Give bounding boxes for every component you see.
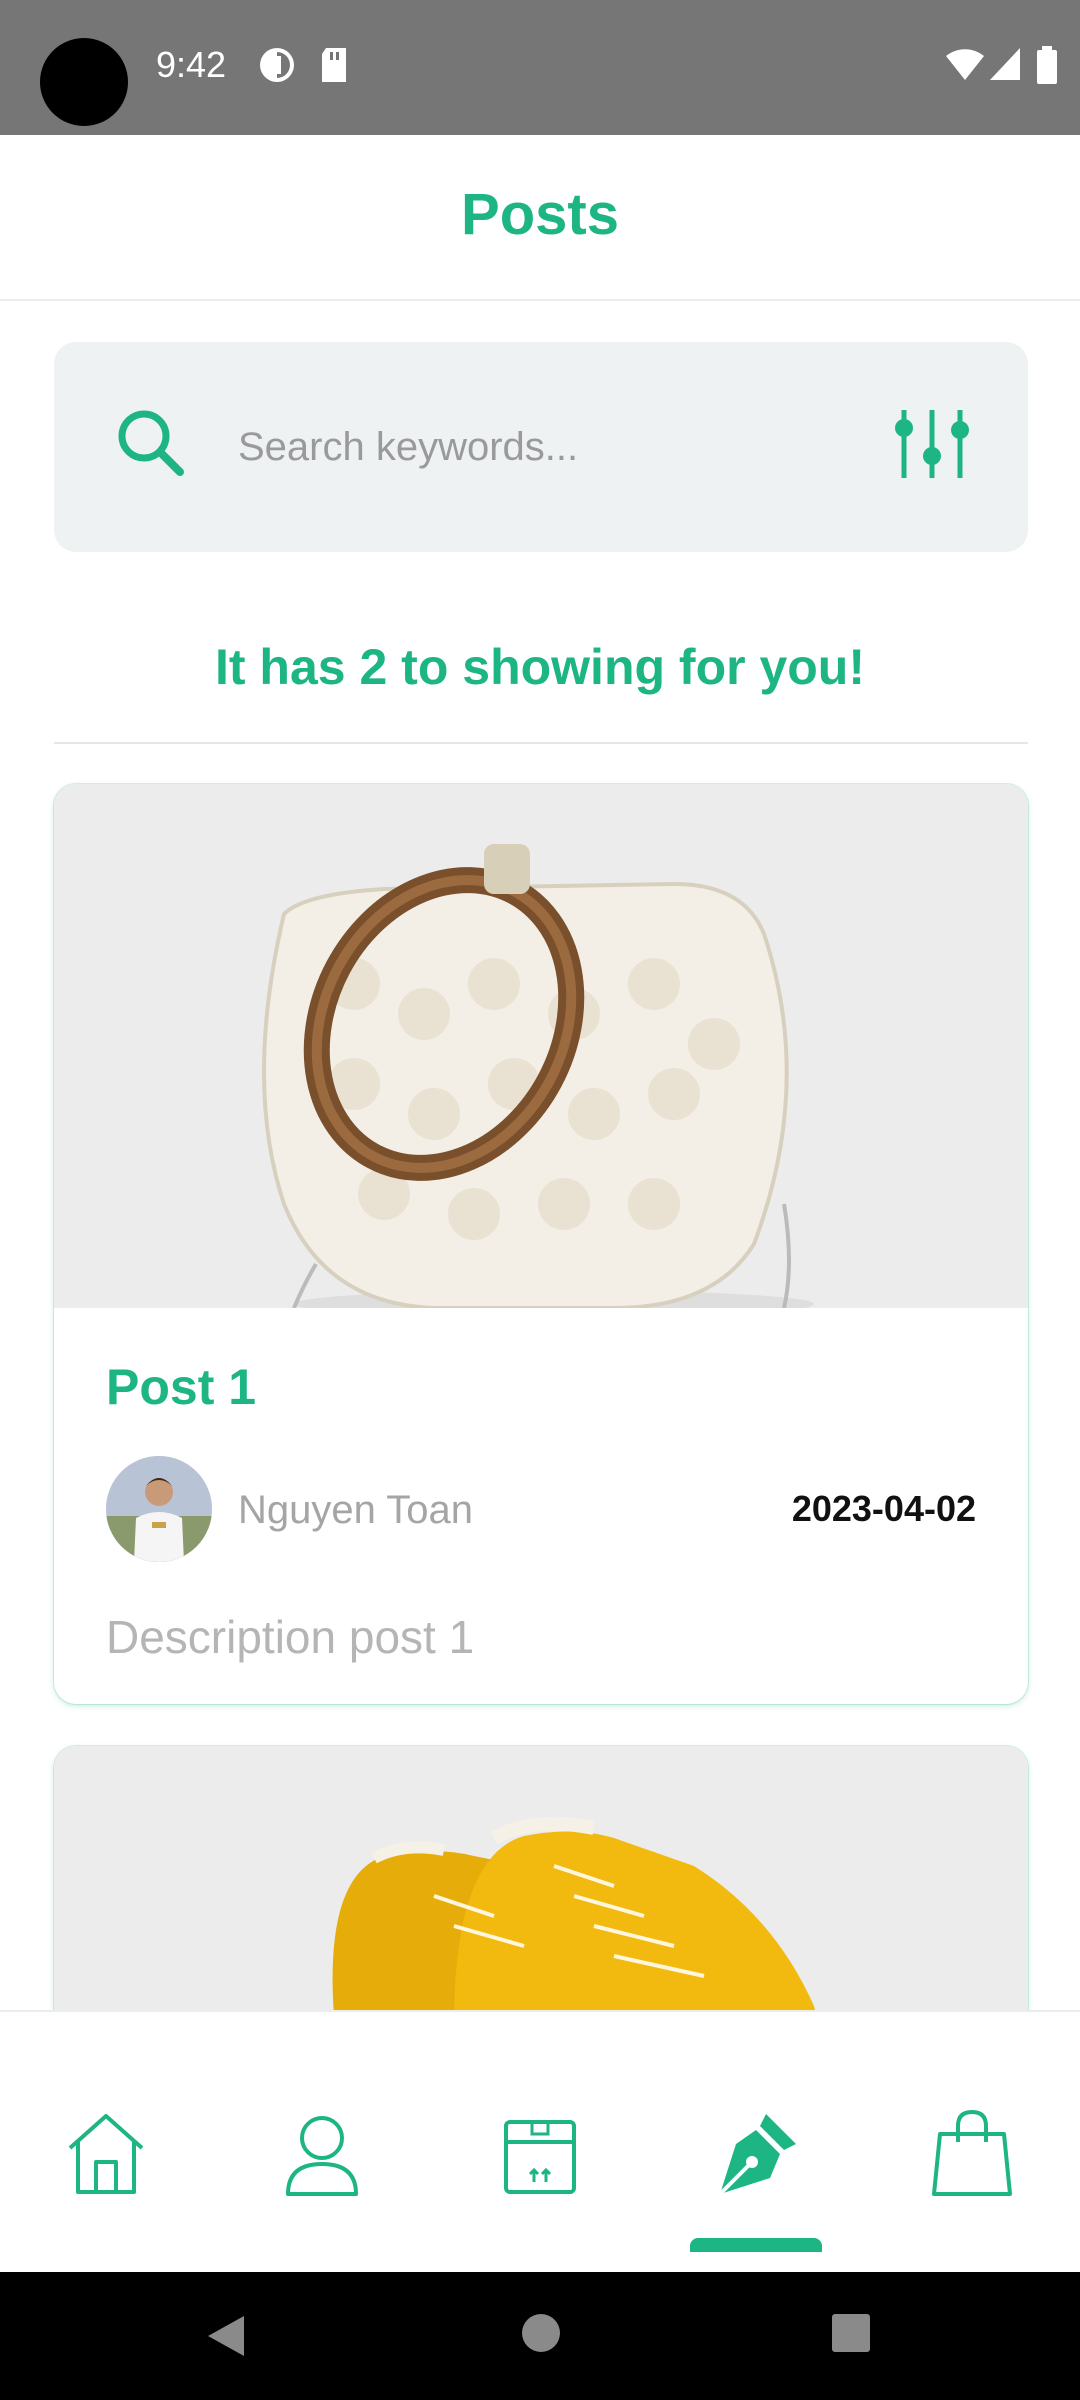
results-count-text: It has 2 to showing for you! — [215, 639, 865, 695]
box-icon[interactable] — [490, 2104, 590, 2204]
active-tab-indicator — [690, 2238, 822, 2252]
system-navigation-bar — [0, 2272, 1080, 2400]
page-title: Posts — [461, 182, 619, 247]
status-time: 9:42 — [156, 44, 227, 85]
home-button-icon[interactable] — [520, 2312, 562, 2359]
post-description: Description post 1 — [106, 1611, 475, 1663]
app-header: Posts — [0, 135, 1080, 301]
search-input[interactable] — [238, 412, 878, 482]
sliders-icon[interactable] — [892, 404, 972, 489]
back-icon[interactable] — [204, 2312, 248, 2365]
post-card[interactable]: Post 1 Nguyen Toan 2023-04-02 Descriptio… — [54, 784, 1028, 1704]
cell-signal-icon — [988, 46, 1022, 87]
bottom-navigation — [0, 2010, 1080, 2272]
battery-icon — [1036, 46, 1058, 89]
shopping-bag-icon[interactable] — [922, 2104, 1022, 2204]
recents-icon[interactable] — [830, 2312, 872, 2359]
search-icon[interactable] — [114, 406, 188, 485]
post-date: 2023-04-02 — [791, 1488, 976, 1529]
user-icon[interactable] — [272, 2104, 372, 2204]
sd-card-icon — [318, 46, 350, 89]
camera-cutout — [40, 38, 128, 126]
divider — [54, 742, 1028, 744]
search-bar[interactable] — [54, 342, 1028, 552]
data-saver-icon — [258, 46, 296, 89]
author-name: Nguyen Toan — [238, 1488, 473, 1532]
handbag-image — [54, 784, 1028, 1308]
avatar — [106, 1456, 212, 1562]
pen-icon[interactable] — [706, 2104, 806, 2204]
home-icon[interactable] — [56, 2104, 156, 2204]
status-bar: 9:42 — [0, 0, 1080, 135]
wifi-icon — [944, 46, 986, 87]
post-title: Post 1 — [106, 1359, 257, 1415]
